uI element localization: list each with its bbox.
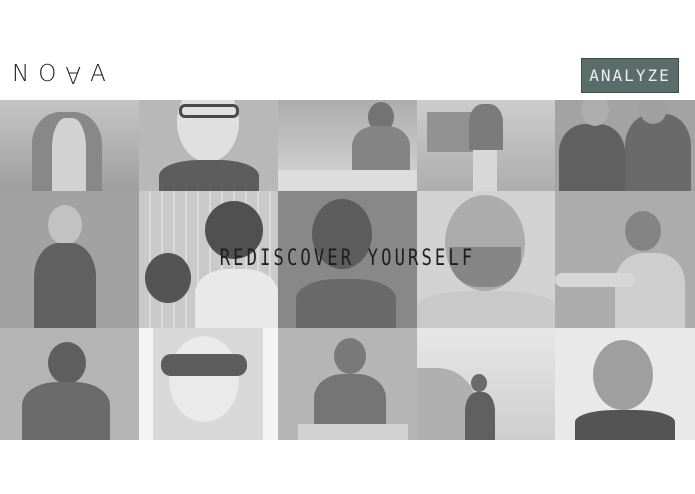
hero-tagline: REDISCOVER YOURSELF: [219, 246, 476, 271]
photo-tile-3: [278, 100, 417, 191]
photo-tile-12: [139, 328, 278, 440]
photo-tile-11: [0, 328, 139, 440]
photo-tile-5: [555, 100, 695, 191]
photo-tile-15: [555, 328, 695, 440]
nova-logo[interactable]: NOAA: [12, 61, 115, 87]
photo-tile-1: [0, 100, 139, 191]
analyze-button[interactable]: ANALYZE: [581, 58, 679, 93]
photo-tile-13: [278, 328, 417, 440]
top-navbar: NOAA ANALYZE: [0, 55, 695, 100]
photo-tile-14: [417, 328, 555, 440]
logo-inverted-letter: A: [65, 61, 91, 87]
photo-tile-2: [139, 100, 278, 191]
photo-tile-4: [417, 100, 555, 191]
